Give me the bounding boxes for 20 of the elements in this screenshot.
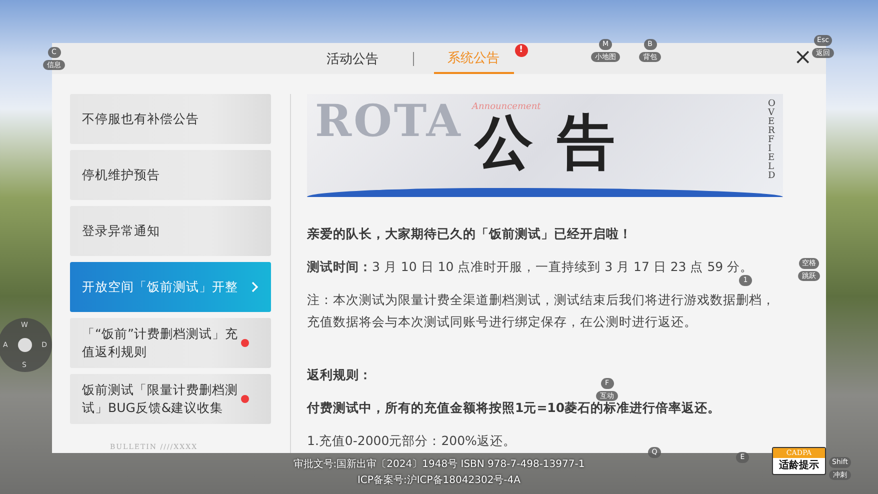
banner-side-text: OVERFIELD xyxy=(768,100,776,181)
age-rating-text: 适龄提示 xyxy=(779,458,819,473)
sidebar-item[interactable]: 开放空间「饭前测试」开整 xyxy=(70,262,271,312)
paragraph: 付费测试中，所有的充值金额将按照1元=10菱石的标准进行倍率返还。 xyxy=(307,399,721,417)
sidebar-item[interactable]: 停机维护预告 xyxy=(70,150,271,200)
sidebar-item[interactable]: 饭前测试「限量计费删档测试」BUG反馈&建议收集 xyxy=(70,374,271,424)
tab[interactable]: 活动公告 xyxy=(312,43,392,74)
paragraph: 返利规则： xyxy=(307,366,372,384)
paragraph: 注：本次测试为限量计费全渠道删档测试，测试结束后我们将进行游戏数据删档，充值数据将会与本次测试同账号进行绑定保存，在公测时进行返还。 xyxy=(307,291,776,331)
sidebar-item[interactable]: 「“饭前”计费删档测试」充值返利规则 xyxy=(70,318,271,368)
alert-badge: ! xyxy=(514,44,528,57)
paragraph: 亲爱的队长，大家期待已久的「饭前测试」已经开启啦！ xyxy=(307,225,632,243)
legal-text: ICP备案号:沪ICP备18042302号-4A xyxy=(357,474,520,487)
sidebar-item[interactable]: 不停服也有补偿公告 xyxy=(70,94,271,144)
sidebar-item[interactable]: 登录异常通知 xyxy=(70,206,271,256)
paragraph: 1.充值0-2000元部分：200%返还。 xyxy=(307,432,516,450)
banner-backdrop-text: ROTA xyxy=(315,96,462,147)
chevron-icon xyxy=(251,281,259,293)
legal-text: 审批文号:国新出审〔2024〕1948号 ISBN 978-7-498-13977-1 xyxy=(293,458,585,471)
paragraph: 测试时间：3 月 10 日 10 点准时开服，一直持续到 3 月 17 日 23 点 59 分。 xyxy=(307,258,754,276)
